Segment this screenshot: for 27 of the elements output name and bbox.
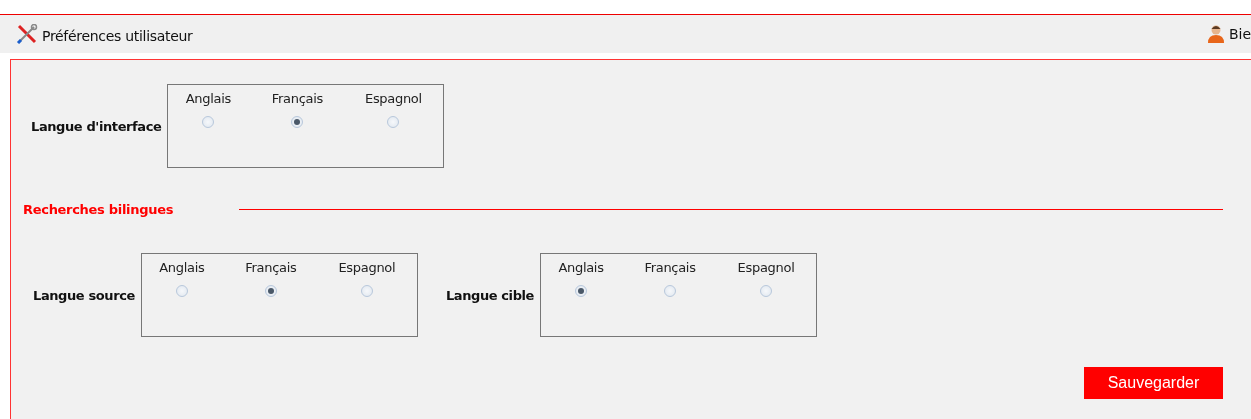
radio-button[interactable] [575,285,588,297]
option-label: Français [245,260,297,275]
section-title: Recherches bilingues [23,202,174,217]
group-label: Langue d'interface [31,118,162,134]
welcome-text: Bie [1228,26,1251,42]
user-icon [1205,24,1226,44]
option-label: Français [271,91,323,106]
radio-button[interactable] [291,116,304,128]
radio-button[interactable] [664,285,677,297]
option-label: Espagnol [737,260,795,275]
tools-icon [16,24,38,44]
page-title: Préférences utilisateur [42,28,193,44]
option-label: Anglais [185,91,232,106]
option-label: Anglais [558,260,604,275]
option-label: Anglais [159,260,205,275]
radio-button[interactable] [387,116,400,128]
group-label: Langue cible [445,287,535,303]
option-label: Espagnol [338,260,396,275]
radio-button[interactable] [760,285,773,297]
radio-button[interactable] [202,116,215,128]
save-button[interactable]: Sauvegarder [1084,367,1223,399]
radio-button[interactable] [264,285,277,297]
group-label: Langue source [33,287,135,303]
option-label: Français [644,260,696,275]
radio-button[interactable] [360,285,373,297]
radio-button[interactable] [175,285,188,297]
option-label: Espagnol [364,91,422,106]
